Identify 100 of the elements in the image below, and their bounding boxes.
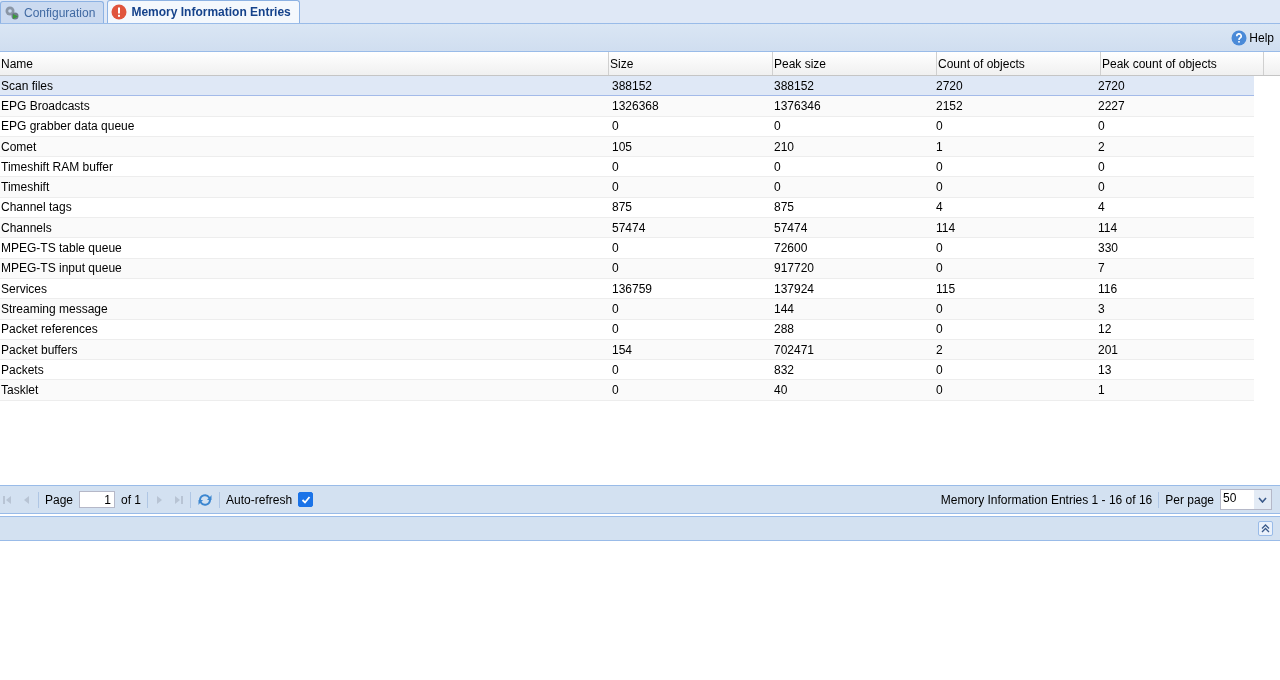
table-cell-text: Packet references	[0, 321, 99, 339]
table-cell-text: 0	[935, 321, 944, 339]
column-header[interactable]: Count of objects	[937, 52, 1101, 75]
table-cell-text: 2227	[1097, 97, 1126, 115]
table-cell-text: 0	[1097, 179, 1106, 197]
table-cell-text: 388152	[611, 77, 654, 95]
table-row[interactable]: Scan files 388152 388152 2720 2720	[0, 76, 1254, 97]
table-cell-text: 875	[611, 199, 634, 217]
table-cell-text: Services	[0, 280, 48, 298]
help-icon	[1231, 29, 1248, 46]
table-cell-text: 0	[1097, 158, 1106, 176]
page-count: of 1	[121, 492, 142, 507]
per-page-label: Per page	[1165, 492, 1214, 507]
table-cell-text: 0	[935, 158, 944, 176]
table-row[interactable]: Comet 105 210 1 2	[0, 136, 1254, 158]
table-cell-text: 4	[1097, 199, 1106, 217]
table-cell-text: 114	[935, 219, 957, 237]
table-cell-text: 0	[611, 179, 620, 197]
table-cell-text: 388152	[773, 77, 816, 95]
table-cell-text: 2	[935, 341, 944, 359]
first-page-icon[interactable]	[2, 493, 14, 506]
column-header[interactable]: Peak count of objects	[1101, 52, 1264, 75]
table-cell-text: 330	[1097, 240, 1120, 257]
auto-refresh-checkbox[interactable]	[298, 492, 314, 507]
table-row[interactable]: MPEG-TS input queue 0 917720 0 7	[0, 258, 1254, 279]
paging-summary: Memory Information Entries 1 - 16 of 16	[940, 492, 1153, 507]
table-row[interactable]: Streaming message 0 144 0 3	[0, 299, 1254, 320]
column-header[interactable]: Peak size	[773, 52, 937, 75]
table-cell-text: 0	[773, 158, 782, 176]
table-cell-text: 0	[611, 158, 620, 176]
table-cell-text: 136759	[611, 280, 654, 298]
table-cell-text: 137924	[773, 280, 816, 298]
table-cell-text: 57474	[773, 219, 809, 237]
table-cell-text: 4	[935, 199, 944, 217]
table-cell-text: 1326368	[611, 97, 660, 115]
refresh-icon[interactable]	[197, 491, 214, 508]
table-cell-text: 2152	[935, 97, 964, 115]
table-cell-text: MPEG-TS table queue	[0, 240, 123, 257]
table-cell-text: 0	[935, 260, 944, 278]
table-cell-text: 114	[1097, 219, 1119, 237]
table-cell-text: 1	[935, 138, 944, 156]
table-cell-text: 0	[611, 300, 620, 318]
table-cell-text: 0	[611, 260, 620, 278]
per-page-select[interactable]: 50	[1220, 489, 1272, 510]
table-row[interactable]: Tasklet 0 40 0 1	[0, 380, 1254, 401]
auto-refresh-label: Auto-refresh	[226, 492, 293, 507]
table-cell-text: 832	[773, 361, 796, 379]
alert-icon	[111, 4, 128, 20]
table-cell-text: 115	[935, 280, 957, 298]
table-cell-text: 0	[1097, 118, 1106, 136]
table-cell-text: 0	[611, 361, 620, 379]
table-cell-text: 57474	[611, 219, 647, 237]
table-cell-text: 1	[1097, 382, 1106, 400]
table-row[interactable]: EPG Broadcasts 1326368 1376346 2152 2227	[0, 96, 1254, 117]
table-cell-text: 116	[1097, 280, 1119, 298]
table-cell-text: 288	[773, 321, 796, 339]
table-cell-text: EPG Broadcasts	[0, 97, 91, 115]
table-cell-text: 0	[611, 321, 620, 339]
table-cell-text: 0	[611, 118, 620, 136]
table-cell-text: MPEG-TS input queue	[0, 260, 123, 278]
column-header[interactable]: Size	[609, 52, 773, 75]
table-cell-text: 0	[611, 240, 620, 257]
tab[interactable]: Configuration	[0, 1, 105, 23]
table-cell-text: 201	[1097, 341, 1120, 359]
column-header[interactable]: Name	[0, 52, 609, 75]
table-cell-text: 210	[773, 138, 796, 156]
table-cell-text: Packet buffers	[0, 341, 79, 359]
help-button[interactable]: Help	[1231, 29, 1274, 46]
table-cell-text: Packets	[0, 361, 45, 379]
table-cell-text: 0	[935, 118, 944, 136]
last-page-icon[interactable]	[172, 493, 185, 506]
table-cell-text: 875	[773, 199, 796, 217]
table-cell-text: EPG grabber data queue	[0, 118, 136, 136]
table-cell-text: 1376346	[773, 97, 822, 115]
table-cell-text: 72600	[773, 240, 809, 257]
table-cell-text: 0	[935, 240, 944, 257]
table-cell-text: Comet	[0, 138, 38, 156]
expand-button[interactable]	[1258, 521, 1273, 536]
checkmark-icon	[300, 494, 311, 505]
page-label: Page	[45, 492, 74, 507]
table-row[interactable]: Timeshift 0 0 0 0	[0, 177, 1254, 198]
table-cell-text: 0	[935, 382, 944, 400]
table-cell-text: 0	[773, 118, 782, 136]
table-cell-text: 13	[1097, 361, 1113, 379]
table-cell-text: 0	[611, 382, 620, 400]
page-input[interactable]: 1	[79, 491, 116, 508]
table-cell-text: Streaming message	[0, 300, 109, 318]
table-cell-text: 3	[1097, 300, 1106, 318]
table-cell-text: 702471	[773, 341, 816, 359]
table-cell-text: Timeshift RAM buffer	[0, 158, 115, 176]
table-cell-text: 0	[773, 179, 782, 197]
table-cell-text: Scan files	[0, 77, 55, 95]
table-cell-text: Tasklet	[0, 382, 40, 400]
table-cell-text: 917720	[773, 260, 816, 278]
table-cell-text: Timeshift	[0, 179, 51, 197]
table-row[interactable]: Packet buffers 154 702471 2 201	[0, 339, 1254, 361]
table-row[interactable]: Channels 57474 57474 114 114	[0, 218, 1254, 239]
tab[interactable]: Memory Information Entries	[107, 0, 300, 23]
table-cell-text: 2720	[935, 77, 964, 95]
table-cell-text: 7	[1097, 260, 1106, 278]
